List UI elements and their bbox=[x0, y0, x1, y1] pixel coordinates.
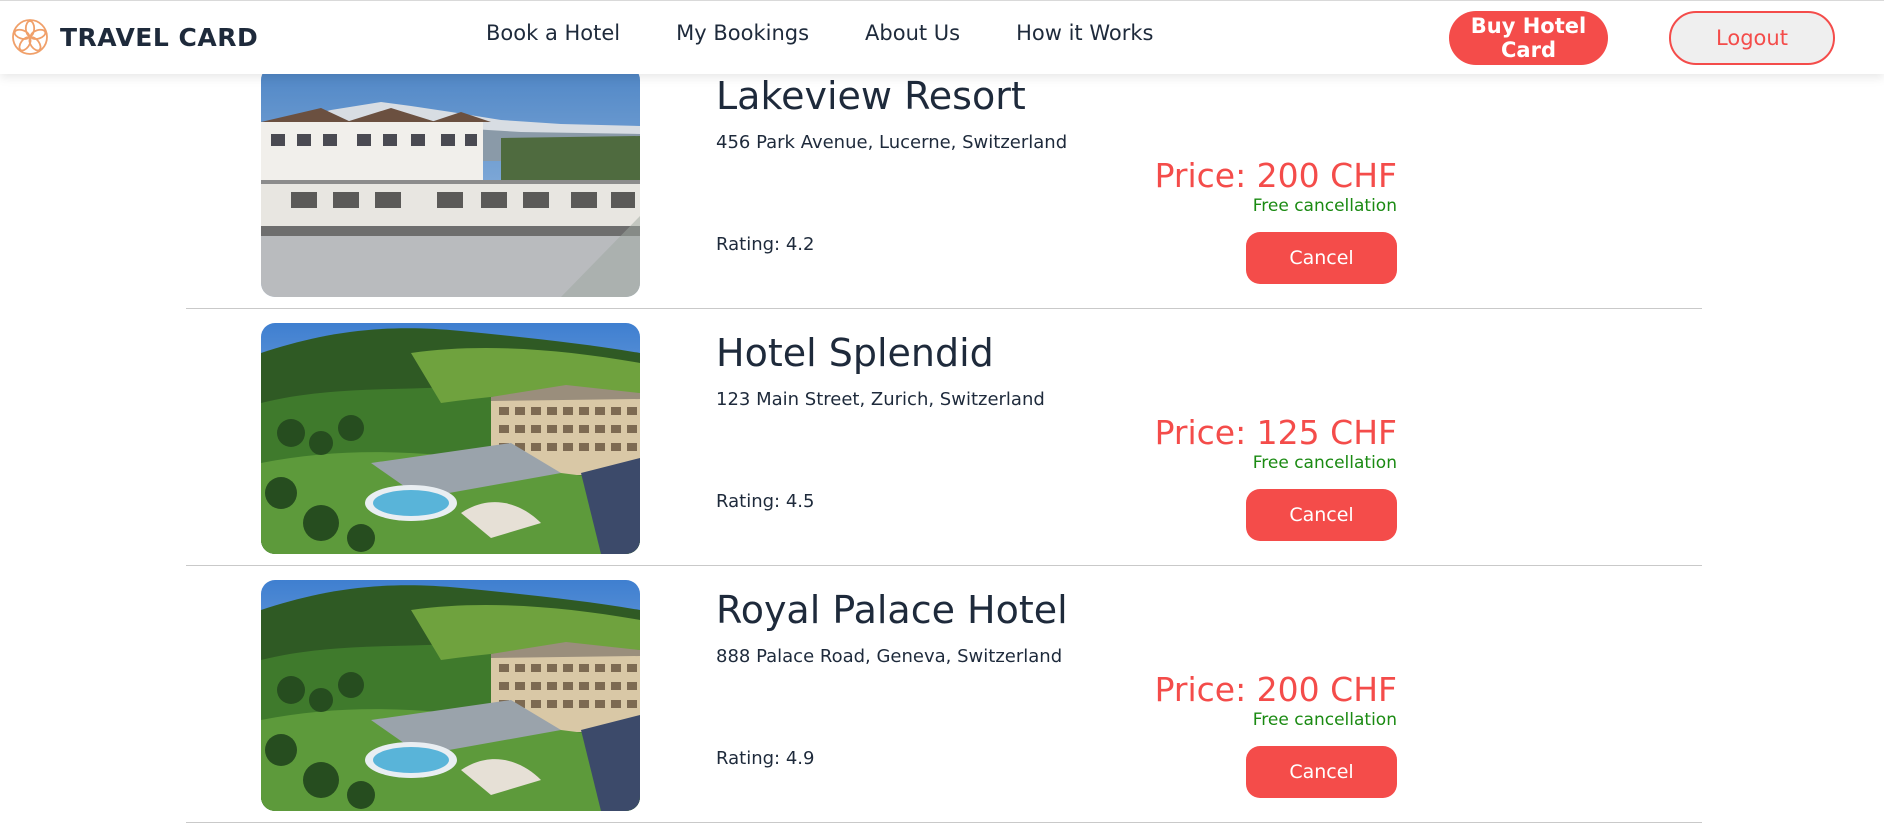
bookings-list: Lakeview Resort 456 Park Avenue, Lucerne… bbox=[186, 52, 1702, 823]
mountain-resort-pool-photo bbox=[261, 580, 640, 811]
cancel-booking-button[interactable]: Cancel bbox=[1246, 232, 1397, 284]
booking-card: Royal Palace Hotel 888 Palace Road, Gene… bbox=[186, 566, 1702, 823]
logout-button[interactable]: Logout bbox=[1669, 11, 1835, 65]
booking-price: Price: 200 CHF bbox=[1154, 156, 1397, 195]
booking-price: Price: 200 CHF bbox=[1154, 670, 1397, 709]
hotel-name: Hotel Splendid bbox=[716, 331, 994, 375]
mountain-resort-pool-photo bbox=[261, 323, 640, 554]
hotel-rating: Rating: 4.9 bbox=[716, 748, 815, 769]
cancel-booking-button[interactable]: Cancel bbox=[1246, 489, 1397, 541]
cancel-booking-button[interactable]: Cancel bbox=[1246, 746, 1397, 798]
hotel-rating: Rating: 4.5 bbox=[716, 491, 815, 512]
cancellation-policy: Free cancellation bbox=[1252, 710, 1397, 730]
nav-my-bookings[interactable]: My Bookings bbox=[676, 21, 809, 45]
booking-card: Hotel Splendid 123 Main Street, Zurich, … bbox=[186, 309, 1702, 566]
hotel-name: Lakeview Resort bbox=[716, 74, 1026, 118]
hotel-name: Royal Palace Hotel bbox=[716, 588, 1068, 632]
brand-logo[interactable]: TRAVEL CARD bbox=[10, 17, 258, 57]
nav-how-it-works[interactable]: How it Works bbox=[1016, 21, 1153, 45]
flower-logo-icon bbox=[12, 19, 48, 55]
booking-card: Lakeview Resort 456 Park Avenue, Lucerne… bbox=[186, 52, 1702, 309]
cancellation-policy: Free cancellation bbox=[1252, 453, 1397, 473]
main-nav: Book a Hotel My Bookings About Us How it… bbox=[486, 21, 1153, 45]
brand-name: TRAVEL CARD bbox=[60, 22, 259, 52]
hotel-address: 123 Main Street, Zurich, Switzerland bbox=[716, 389, 1045, 410]
hotel-address: 456 Park Avenue, Lucerne, Switzerland bbox=[716, 132, 1068, 153]
nav-about-us[interactable]: About Us bbox=[865, 21, 960, 45]
cancellation-policy: Free cancellation bbox=[1252, 196, 1397, 216]
hotel-rating: Rating: 4.2 bbox=[716, 234, 815, 255]
alpine-village-hotel-photo bbox=[261, 66, 640, 297]
booking-price: Price: 125 CHF bbox=[1154, 413, 1397, 452]
top-navbar: TRAVEL CARD Book a Hotel My Bookings Abo… bbox=[0, 0, 1884, 74]
hotel-address: 888 Palace Road, Geneva, Switzerland bbox=[716, 646, 1063, 667]
buy-hotel-card-button[interactable]: Buy Hotel Card bbox=[1449, 11, 1608, 65]
nav-book-a-hotel[interactable]: Book a Hotel bbox=[486, 21, 620, 45]
